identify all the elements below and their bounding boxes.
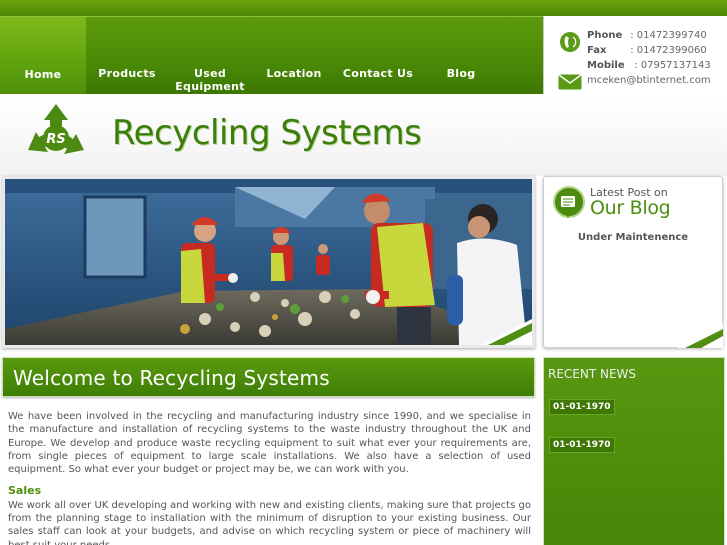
mobile-number[interactable]: : 07957137143	[634, 60, 711, 71]
recent-news-panel: RECENT NEWS 01-01-1970 01-01-1970	[543, 357, 725, 545]
blog-badge-icon[interactable]	[552, 185, 588, 223]
recycle-logo-icon[interactable]: RS	[22, 100, 90, 168]
blog-title[interactable]: Our Blog	[590, 197, 671, 219]
sales-heading: Sales	[8, 484, 42, 498]
intro-paragraph: We have been involved in the recycling a…	[8, 411, 531, 476]
mobile-label: Mobile	[587, 60, 625, 71]
blog-corner-fold	[677, 324, 723, 348]
nav-products[interactable]: Products	[86, 67, 168, 80]
nav-blog[interactable]: Blog	[420, 67, 502, 80]
sales-paragraph: We work all over UK developing and worki…	[8, 499, 531, 545]
recycling-line-illustration	[5, 179, 532, 345]
nav-contact-us[interactable]: Contact Us	[336, 67, 420, 80]
recent-news-title: RECENT NEWS	[548, 367, 637, 381]
nav-location[interactable]: Location	[252, 67, 336, 80]
welcome-title: Welcome to Recycling Systems	[13, 366, 330, 390]
blog-status: Under Maintenence	[577, 232, 689, 243]
phone-label: Phone	[587, 30, 623, 41]
site-title[interactable]: Recycling Systems	[112, 113, 422, 153]
nav-home[interactable]: Home	[0, 17, 86, 95]
main-nav: Home Products Used Equipment Location Co…	[0, 16, 543, 95]
contact-panel: Phone : 01472399740 Fax : 01472399060 Mo…	[543, 16, 727, 94]
mail-icon	[558, 74, 582, 90]
nav-used-equipment[interactable]: Used Equipment	[168, 67, 252, 93]
phone-number[interactable]: : 01472399740	[630, 30, 707, 41]
top-strip	[0, 0, 727, 16]
page: Home Products Used Equipment Location Co…	[0, 0, 727, 545]
phone-icon	[560, 32, 580, 52]
blog-panel: Latest Post on Our Blog Under Maintenenc…	[543, 176, 723, 348]
news-item-date[interactable]: 01-01-1970	[549, 437, 615, 453]
welcome-content: We have been involved in the recycling a…	[8, 410, 531, 545]
fax-number: : 01472399060	[630, 45, 707, 56]
hero-corner-fold	[482, 319, 532, 345]
fax-label: Fax	[587, 45, 607, 56]
email-link[interactable]: mceken@btinternet.com	[587, 75, 711, 86]
hero-image	[2, 176, 535, 348]
news-item-date[interactable]: 01-01-1970	[549, 399, 615, 415]
welcome-banner: Welcome to Recycling Systems	[2, 357, 535, 397]
logo-mark: RS	[46, 132, 65, 147]
